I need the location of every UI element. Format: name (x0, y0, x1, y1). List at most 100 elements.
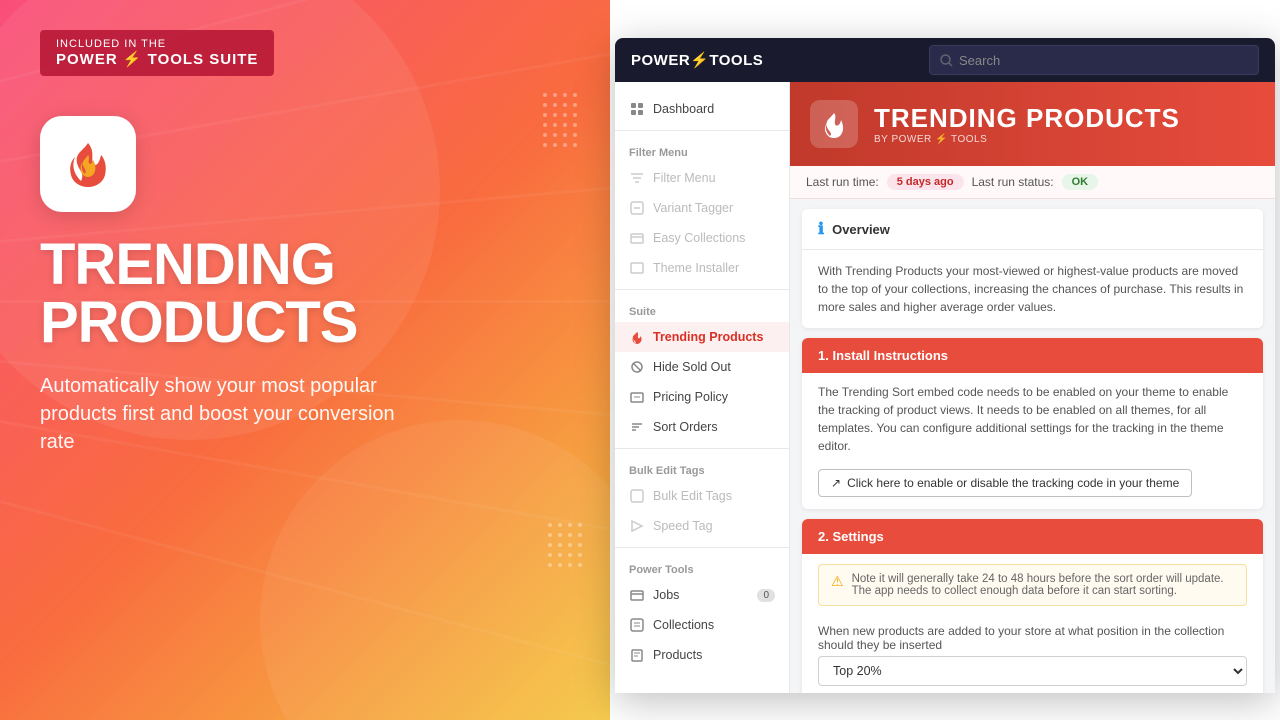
jobs-icon (629, 587, 645, 603)
page-icon (810, 100, 858, 148)
products-icon (629, 647, 645, 663)
easy-collections-icon (629, 230, 645, 246)
speed-tag-icon (629, 518, 645, 534)
search-bar[interactable]: Search (929, 45, 1259, 75)
sidebar-section-suite: Suite (615, 296, 789, 322)
search-placeholder: Search (959, 53, 1000, 68)
install-title: 1. Install Instructions (818, 348, 948, 363)
collections-label: Collections (653, 618, 714, 632)
sidebar-item-hide-sold-out[interactable]: Hide Sold Out (615, 352, 789, 382)
theme-installer-label: Theme Installer (653, 261, 739, 275)
pricing-policy-icon (629, 389, 645, 405)
overview-header: ℹ Overview (802, 209, 1263, 250)
jobs-count: 0 (757, 589, 775, 602)
app-body: Dashboard Filter Menu Filter Menu Varian… (615, 82, 1275, 693)
sidebar-item-dashboard[interactable]: Dashboard (615, 94, 789, 124)
theme-link-label: Click here to enable or disable the trac… (847, 476, 1179, 490)
theme-link-button[interactable]: ↗ Click here to enable or disable the tr… (818, 469, 1192, 497)
search-icon (940, 54, 953, 67)
position-select[interactable]: Top 20% Top 10% Top 30% Bottom (818, 656, 1247, 686)
sidebar-section-power-tools: Power Tools (615, 554, 789, 580)
bulk-edit-tags-icon (629, 488, 645, 504)
pricing-policy-label: Pricing Policy (653, 390, 728, 404)
dots-top-right (540, 90, 600, 170)
hero-title: TRENDING PRODUCTS (40, 236, 357, 352)
overview-section: ℹ Overview With Trending Products your m… (802, 209, 1263, 328)
topbar: POWER⚡TOOLS Search (615, 38, 1275, 82)
sort-orders-icon (629, 419, 645, 435)
trending-products-label: Trending Products (653, 330, 763, 344)
easy-collections-label: Easy Collections (653, 231, 745, 245)
page-header: TRENDING PRODUCTS BY POWER ⚡ TOOLS (790, 82, 1275, 166)
collections-icon (629, 617, 645, 633)
sidebar-item-products[interactable]: Products (615, 640, 789, 670)
page-subtitle: BY POWER ⚡ TOOLS (874, 134, 1180, 145)
sidebar-item-jobs[interactable]: Jobs 0 (615, 580, 789, 610)
page-title: TRENDING PRODUCTS (874, 103, 1180, 134)
sidebar-item-speed-tag[interactable]: Speed Tag (615, 511, 789, 541)
warning-text: Note it will generally take 24 to 48 hou… (852, 573, 1234, 597)
last-status-label: Last run status: (972, 175, 1054, 189)
suite-badge: INCLUDED IN THE POWER ⚡ TOOLS SUITE (40, 30, 274, 76)
sidebar-section-filter-menu: Filter Menu (615, 137, 789, 163)
products-label: Products (653, 648, 702, 662)
settings-header: 2. Settings (802, 519, 1263, 554)
overview-text: With Trending Products your most-viewed … (802, 250, 1263, 328)
warning-icon: ⚠ (831, 573, 844, 590)
sidebar-section-bulk-edit: Bulk Edit Tags (615, 455, 789, 481)
install-section: 1. Install Instructions The Trending Sor… (802, 338, 1263, 509)
external-link-icon: ↗ (831, 476, 841, 490)
sidebar-item-collections[interactable]: Collections (615, 610, 789, 640)
last-run-value: 5 days ago (887, 174, 964, 190)
status-bar: Last run time: 5 days ago Last run statu… (790, 166, 1275, 199)
overview-title: Overview (832, 222, 890, 237)
install-text: The Trending Sort embed code needs to be… (802, 373, 1263, 465)
settings-body: ⚠ Note it will generally take 24 to 48 h… (802, 564, 1263, 693)
install-header: 1. Install Instructions (802, 338, 1263, 373)
dots-bottom-right (545, 520, 605, 600)
last-status-value: OK (1062, 174, 1099, 190)
settings-title: 2. Settings (818, 529, 884, 544)
hide-sold-out-label: Hide Sold Out (653, 360, 731, 374)
variant-tagger-label: Variant Tagger (653, 201, 733, 215)
variant-tagger-icon (629, 200, 645, 216)
flame-icon (61, 137, 115, 191)
settings-section: 2. Settings ⚠ Note it will generally tak… (802, 519, 1263, 693)
sort-orders-label: Sort Orders (653, 420, 718, 434)
page-flame-icon (820, 110, 848, 138)
filter-menu-label: Filter Menu (653, 171, 716, 185)
bulk-edit-tags-label: Bulk Edit Tags (653, 489, 732, 503)
theme-installer-icon (629, 260, 645, 276)
badge-top-text: INCLUDED IN THE (56, 38, 258, 50)
speed-tag-label: Speed Tag (653, 519, 713, 533)
dashboard-icon (629, 101, 645, 117)
left-panel: INCLUDED IN THE POWER ⚡ TOOLS SUITE TREN… (0, 0, 610, 720)
sidebar: Dashboard Filter Menu Filter Menu Varian… (615, 82, 790, 693)
jobs-label: Jobs (653, 588, 679, 602)
sidebar-divider-1 (615, 130, 789, 131)
brand-logo: POWER⚡TOOLS (631, 51, 917, 69)
hero-subtitle: Automatically show your most popular pro… (40, 372, 400, 456)
trending-products-icon (629, 329, 645, 345)
filter-menu-icon (629, 170, 645, 186)
sidebar-item-variant-tagger[interactable]: Variant Tagger (615, 193, 789, 223)
sidebar-item-trending-products[interactable]: Trending Products (615, 322, 789, 352)
sidebar-item-sort-orders[interactable]: Sort Orders (615, 412, 789, 442)
sidebar-item-easy-collections[interactable]: Easy Collections (615, 223, 789, 253)
sidebar-item-filter-menu[interactable]: Filter Menu (615, 163, 789, 193)
info-icon: ℹ (818, 219, 824, 239)
dashboard-label: Dashboard (653, 102, 714, 116)
sidebar-divider-4 (615, 547, 789, 548)
last-run-label: Last run time: (806, 175, 879, 189)
page-title-area: TRENDING PRODUCTS BY POWER ⚡ TOOLS (874, 103, 1180, 145)
position-label: When new products are added to your stor… (802, 616, 1263, 656)
sidebar-item-bulk-edit-tags[interactable]: Bulk Edit Tags (615, 481, 789, 511)
app-window: POWER⚡TOOLS Search Dashboard Filter Menu (615, 38, 1275, 693)
sidebar-divider-3 (615, 448, 789, 449)
flame-icon-wrapper (40, 116, 136, 212)
hide-sold-out-icon (629, 359, 645, 375)
sidebar-item-theme-installer[interactable]: Theme Installer (615, 253, 789, 283)
sidebar-item-pricing-policy[interactable]: Pricing Policy (615, 382, 789, 412)
rays-decoration (0, 0, 610, 720)
main-content: TRENDING PRODUCTS BY POWER ⚡ TOOLS Last … (790, 82, 1275, 693)
